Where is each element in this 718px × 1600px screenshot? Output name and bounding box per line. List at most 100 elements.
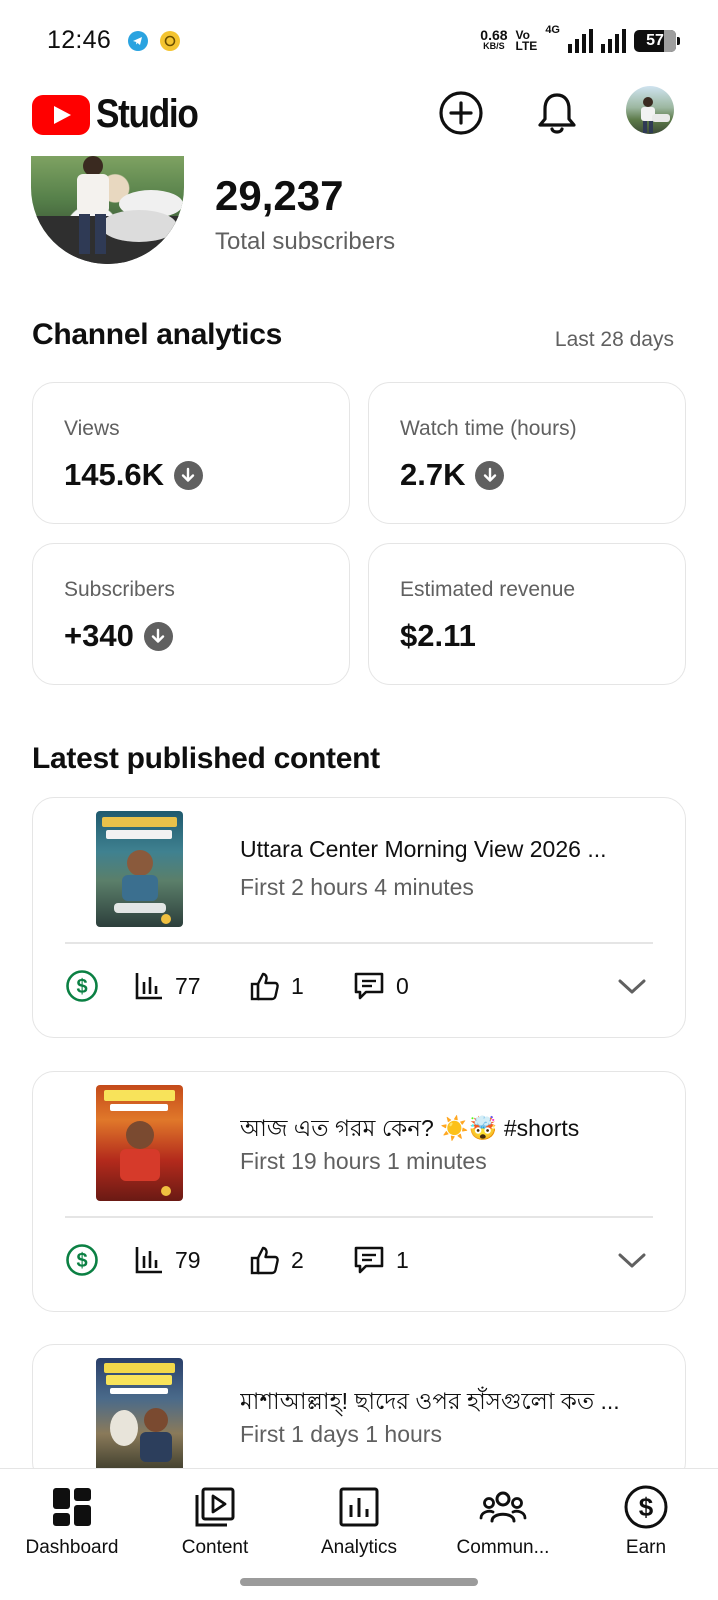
comment-icon (354, 1246, 384, 1274)
nav-label: Content (181, 1537, 249, 1558)
stat-label: Watch time (hours) (400, 417, 577, 440)
likes-count: 1 (291, 972, 304, 999)
network-type: 4G (545, 24, 560, 36)
network-speed: 0.68 KB/S (480, 27, 508, 52)
views-count: 77 (175, 972, 201, 999)
stat-value: 2.7K (400, 457, 466, 492)
analytics-title: Channel analytics (32, 318, 282, 351)
likes-metric[interactable]: 1 (249, 963, 304, 1009)
net-speed-unit: KB/S (483, 41, 505, 51)
notifications-button[interactable] (532, 88, 582, 138)
stat-value-row: +340 (64, 618, 173, 654)
stat-value: 145.6K (64, 457, 164, 492)
net-speed-value: 0.68 (480, 27, 508, 43)
nav-label: Earn (625, 1537, 667, 1558)
signal-icon-sim2 (601, 29, 626, 53)
views-card[interactable]: Views 145.6K (32, 382, 350, 524)
youtube-logo-icon (32, 94, 90, 135)
views-chart-icon (135, 1247, 162, 1274)
notification-dot-icon (160, 31, 180, 51)
volte-bottom: LTE (515, 39, 538, 53)
views-metric[interactable]: 77 (133, 963, 201, 1009)
volte-indicator: Vo LTE (515, 29, 538, 53)
nav-content[interactable]: Content (145, 1483, 285, 1559)
status-time: 12:46 (47, 26, 112, 54)
trend-down-icon (143, 621, 173, 651)
nav-dashboard[interactable]: Dashboard (2, 1483, 142, 1559)
account-avatar[interactable] (626, 86, 674, 134)
likes-count: 2 (291, 1246, 304, 1273)
signal-icon (568, 29, 593, 53)
comment-icon (354, 972, 384, 1000)
nav-label: Dashboard (25, 1537, 119, 1558)
battery-level: 57 (646, 32, 664, 49)
video-card[interactable]: Uttara Center Morning View 2026 ... Firs… (32, 797, 686, 1038)
watch-time-card[interactable]: Watch time (hours) 2.7K (368, 382, 686, 524)
video-card[interactable]: মাশাআল্লাহ্! ছাদের ওপর হাঁসগুলো কত ... F… (32, 1344, 686, 1484)
stat-label: Subscribers (64, 578, 175, 601)
studio-logo[interactable]: Studio (32, 92, 211, 137)
create-plus-icon (439, 91, 483, 135)
community-icon (479, 1491, 527, 1523)
nav-earn[interactable]: $ Earn (576, 1483, 716, 1559)
subscribers-card[interactable]: Subscribers +340 (32, 543, 350, 685)
video-title[interactable]: মাশাআল্লাহ্! ছাদের ওপর হাঁসগুলো কত ... (240, 1383, 620, 1422)
trend-down-icon (475, 460, 505, 490)
video-thumbnail[interactable] (96, 811, 183, 927)
battery-icon: 57 (634, 30, 680, 52)
stat-value: +340 (64, 618, 134, 653)
video-title[interactable]: Uttara Center Morning View 2026 ... (240, 836, 606, 863)
chevron-down-icon (618, 979, 646, 994)
dashboard-icon (53, 1488, 91, 1526)
monetization-dollar-icon: $ (66, 1244, 98, 1276)
status-indicators: 0.68 KB/S Vo LTE 4G 57 (480, 24, 680, 56)
bell-icon (538, 93, 576, 134)
revenue-card[interactable]: Estimated revenue $2.11 (368, 543, 686, 685)
thumbs-up-icon (250, 1246, 279, 1275)
stat-label: Estimated revenue (400, 578, 576, 601)
content-icon (195, 1487, 235, 1527)
metrics-row: $ 77 1 0 (65, 963, 653, 1009)
svg-text:$: $ (76, 976, 87, 998)
likes-metric[interactable]: 2 (249, 1237, 304, 1283)
create-button[interactable] (436, 88, 486, 138)
monetization-status[interactable]: $ (65, 963, 99, 1009)
thumbs-up-icon (250, 972, 279, 1001)
nav-community[interactable]: Commun... (433, 1483, 573, 1559)
nav-label: Analytics (320, 1537, 398, 1558)
metrics-row: $ 79 2 1 (65, 1237, 653, 1283)
subscriber-count: 29,237 (215, 172, 344, 219)
nav-analytics[interactable]: Analytics (289, 1483, 429, 1559)
latest-content-title: Latest published content (32, 742, 380, 775)
video-thumbnail[interactable] (96, 1085, 183, 1201)
stat-value: $2.11 (400, 618, 476, 653)
video-title[interactable]: আজ এত গরম কেন? ☀️🤯 #shorts (240, 1110, 579, 1149)
comments-metric[interactable]: 1 (352, 1237, 409, 1283)
nav-label: Commun... (456, 1537, 550, 1558)
views-metric[interactable]: 79 (133, 1237, 201, 1283)
expand-button[interactable] (617, 1245, 647, 1280)
stat-value-row: 145.6K (64, 457, 203, 493)
monetization-status[interactable]: $ (65, 1237, 99, 1283)
home-indicator[interactable] (240, 1578, 478, 1586)
subscriber-label: Total subscribers (215, 228, 396, 255)
channel-avatar[interactable] (31, 156, 184, 264)
views-chart-icon (135, 973, 162, 1000)
divider (65, 1216, 653, 1218)
video-age: First 19 hours 1 minutes (240, 1148, 487, 1174)
analytics-period: Last 28 days (554, 328, 674, 351)
expand-button[interactable] (617, 971, 647, 1006)
svg-text:$: $ (639, 1492, 654, 1522)
logo-text: Studio (96, 92, 199, 136)
telegram-icon (128, 31, 148, 51)
comments-count: 1 (396, 1246, 409, 1273)
monetization-dollar-icon: $ (66, 970, 98, 1002)
video-age: First 1 days 1 hours (240, 1421, 442, 1447)
comments-metric[interactable]: 0 (352, 963, 409, 1009)
earn-icon: $ (624, 1485, 668, 1529)
app-header: Studio (0, 82, 718, 144)
divider (65, 942, 653, 944)
video-card[interactable]: আজ এত গরম কেন? ☀️🤯 #shorts First 19 hour… (32, 1071, 686, 1312)
svg-text:$: $ (76, 1250, 87, 1272)
video-thumbnail[interactable] (96, 1358, 183, 1474)
